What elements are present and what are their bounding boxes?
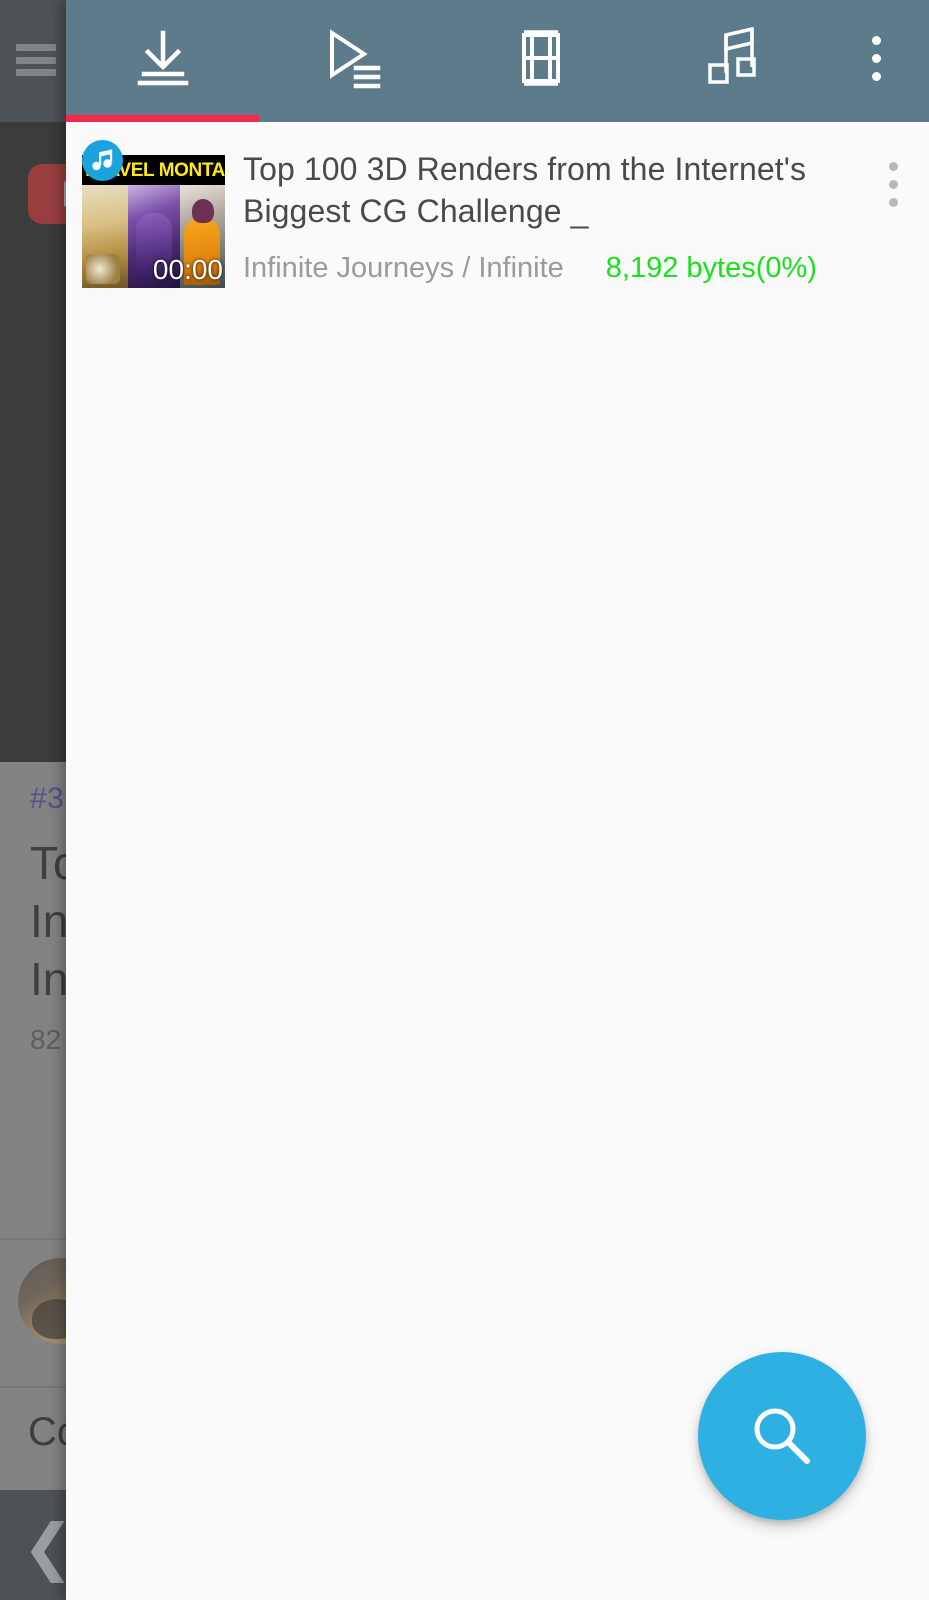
list-item-menu-button[interactable]	[871, 156, 915, 212]
list-item-subtitle: Infinite Journeys / Infinite 8,192 bytes…	[243, 252, 871, 285]
download-icon	[137, 30, 188, 86]
search-icon	[754, 1408, 810, 1464]
tab-videos[interactable]	[447, 0, 635, 116]
tab-downloads[interactable]	[66, 0, 259, 116]
more-vertical-icon	[871, 35, 881, 81]
tab-queue[interactable]	[259, 0, 447, 116]
list-item-artist: Infinite Journeys / Infinite	[243, 252, 564, 284]
search-fab[interactable]	[698, 1352, 866, 1520]
hamburger-line	[16, 56, 56, 64]
hamburger-icon[interactable]	[16, 44, 56, 76]
music-note-badge-icon	[82, 140, 123, 181]
hamburger-line	[16, 44, 56, 51]
dot	[871, 71, 881, 81]
download-manager-panel: TRAVEL MONTAGE 00:00	[66, 0, 929, 1600]
dot	[871, 53, 881, 63]
music-note-icon	[708, 27, 756, 84]
music-note-glyph	[91, 149, 112, 170]
play-queue-icon	[330, 29, 381, 89]
tab-bar	[66, 0, 929, 122]
tab-audio[interactable]	[635, 0, 823, 116]
thumbnail-panel	[82, 185, 128, 288]
list-item-size: 8,192 bytes(0%)	[605, 252, 817, 284]
dot	[888, 197, 898, 207]
app-screen: #3 Top 100 3D Renders from the Internet'…	[0, 0, 929, 1600]
tab-list	[66, 0, 929, 116]
hamburger-line	[16, 69, 56, 76]
list-item-text: Top 100 3D Renders from the Internet's B…	[243, 140, 871, 285]
list-item[interactable]: TRAVEL MONTAGE 00:00	[66, 122, 929, 304]
dot	[888, 179, 898, 189]
overflow-menu-button[interactable]	[823, 0, 929, 116]
dot	[871, 35, 881, 45]
more-vertical-icon	[888, 161, 898, 207]
list-item-title: Top 100 3D Renders from the Internet's B…	[243, 151, 807, 229]
download-list: TRAVEL MONTAGE 00:00	[66, 122, 929, 304]
dot	[888, 161, 898, 171]
film-strip-icon	[522, 30, 560, 86]
tab-active-indicator	[66, 115, 259, 122]
thumbnail: TRAVEL MONTAGE 00:00	[82, 140, 225, 288]
thumbnail-duration: 00:00	[152, 254, 223, 285]
